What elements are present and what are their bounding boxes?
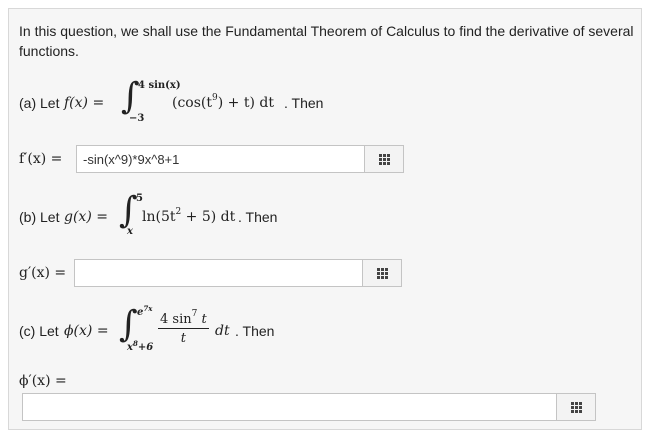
part-b-answer-label: g′(x) = <box>19 265 67 281</box>
part-c-num-main: 4 sin <box>160 312 192 327</box>
part-c-upper-limit: e7x <box>137 304 153 318</box>
part-b-integrand-tail: + 5) dt <box>181 209 236 225</box>
part-b-upper-limit: 5 <box>136 193 143 204</box>
part-a-upper-limit: 4 sin(x) <box>138 80 181 91</box>
part-a-prefix: (a) Let <box>19 95 60 111</box>
part-c-answer-field <box>22 393 596 421</box>
part-b-answer-field <box>74 259 402 287</box>
part-c-lower-tail: +6 <box>137 342 154 353</box>
part-b-suffix: . Then <box>238 209 278 225</box>
question-panel: In this question, we shall use the Funda… <box>8 8 642 430</box>
part-a-exp: 9 <box>212 93 218 103</box>
part-a-suffix: . Then <box>284 95 324 111</box>
part-b-math-keyboard-button[interactable] <box>362 260 401 286</box>
part-c-num-tail: t <box>197 312 207 327</box>
part-a-integrand-tail: ) + t) dt <box>217 95 274 111</box>
part-a-lower-limit: −3 <box>129 113 145 124</box>
part-c-upper-exp: 7x <box>143 304 153 313</box>
part-c-dt: dt <box>215 323 230 339</box>
part-a-integrand: (cos(t9) + t) dt <box>172 93 274 111</box>
part-c-fraction: 4 sin7 t t <box>158 309 209 346</box>
part-a-func: f(x) = <box>64 95 105 111</box>
intro-text: In this question, we shall use the Funda… <box>19 23 634 59</box>
part-c-answer-input[interactable] <box>23 394 556 420</box>
part-c-func: ϕ(x) = <box>64 323 109 339</box>
keypad-icon <box>378 153 390 165</box>
part-b-answer-input[interactable] <box>75 260 362 286</box>
part-a-answer-label: f′(x) = <box>19 151 63 167</box>
part-c-lower-exp: 8 <box>132 339 138 348</box>
part-a-math-keyboard-button[interactable] <box>364 146 403 172</box>
keypad-icon <box>570 401 582 413</box>
part-b-exp: 2 <box>175 207 182 217</box>
part-a-integrand-main: (cos(t <box>172 95 213 111</box>
part-b-integrand-main: ln(5t <box>142 209 176 225</box>
part-c-denominator: t <box>180 331 186 346</box>
part-b-integrand: ln(5t2 + 5) dt <box>142 207 236 225</box>
part-c-answer-label: ϕ′(x) = <box>19 373 67 389</box>
part-b-prefix: (b) Let <box>19 209 60 225</box>
part-c-math-keyboard-button[interactable] <box>556 394 595 420</box>
part-b-lower-limit: x <box>127 226 133 237</box>
part-c-num-exp: 7 <box>191 309 198 319</box>
integral-sign-c: ∫ <box>119 304 138 345</box>
part-b-func: g(x) = <box>64 209 108 225</box>
part-c-lower-limit: x8+6 <box>127 339 154 353</box>
part-a-answer-input[interactable] <box>77 146 364 172</box>
integral-sign-a: ∫ <box>121 76 140 117</box>
keypad-icon <box>376 267 388 279</box>
part-c-prefix: (c) Let <box>19 323 59 339</box>
part-c-suffix: . Then <box>235 323 275 339</box>
part-c-numerator: 4 sin7 t <box>158 309 209 329</box>
part-a-answer-field <box>76 145 404 173</box>
integral-sign-b: ∫ <box>119 190 138 231</box>
